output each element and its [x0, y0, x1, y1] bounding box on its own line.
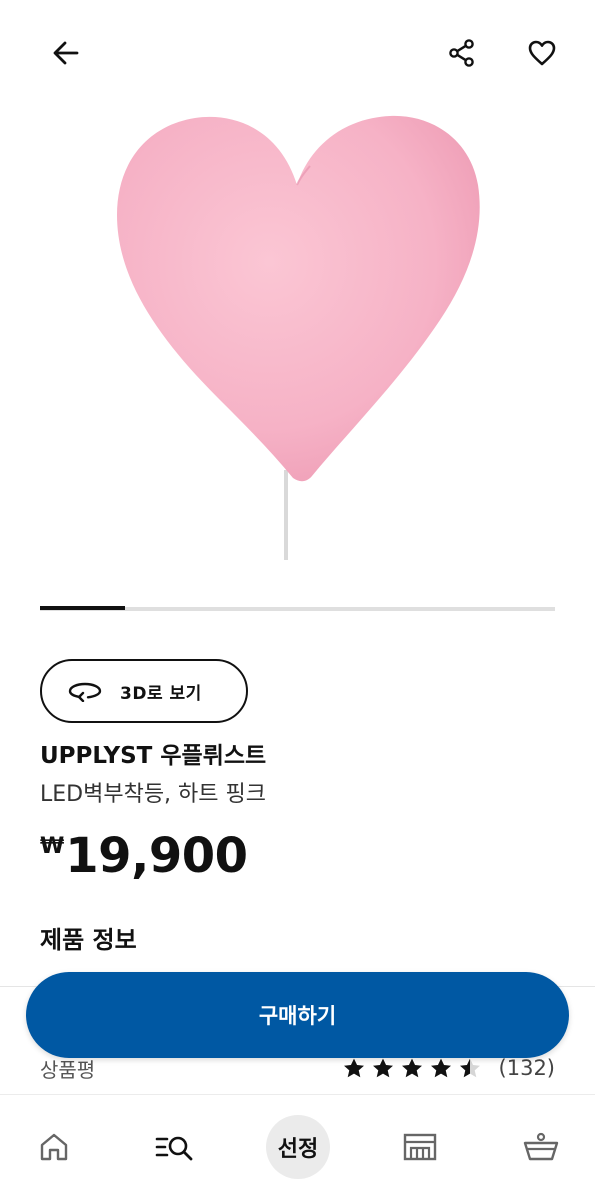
star-full-icon — [372, 1058, 393, 1078]
nav-store[interactable] — [390, 1117, 450, 1177]
buy-button[interactable]: 구매하기 — [26, 972, 569, 1058]
product-name: UPPLYST 우플뤼스트 — [40, 743, 267, 769]
heart-lamp-image — [117, 115, 480, 560]
top-bar — [0, 0, 595, 110]
nav-cart[interactable] — [511, 1117, 571, 1177]
nav-search[interactable] — [145, 1117, 205, 1177]
bottom-nav: 선정 — [0, 1094, 595, 1200]
price-currency: ₩ — [40, 834, 65, 859]
star-full-icon — [430, 1058, 451, 1078]
price-amount: 19,900 — [65, 828, 248, 884]
gallery-progress-fill — [40, 606, 126, 610]
store-icon — [403, 1133, 437, 1161]
nav-picks[interactable]: 선정 — [266, 1115, 330, 1179]
nav-home[interactable] — [24, 1117, 84, 1177]
heart-outline-icon — [528, 40, 556, 66]
favorite-button[interactable] — [514, 25, 570, 81]
rating-stars — [342, 1057, 487, 1079]
gallery-progress-track — [40, 606, 555, 611]
star-full-icon — [343, 1058, 364, 1078]
star-full-icon — [401, 1058, 422, 1078]
rating: (132) — [342, 1056, 555, 1080]
arrow-left-icon — [53, 41, 79, 65]
basket-icon — [523, 1132, 559, 1161]
search-list-icon — [155, 1136, 193, 1161]
view-3d-button[interactable]: 3D로 보기 — [40, 659, 248, 723]
back-button[interactable] — [38, 25, 94, 81]
review-count: (132) — [498, 1056, 555, 1080]
product-info-heading[interactable]: 제품 정보 — [40, 920, 137, 955]
home-icon — [40, 1133, 68, 1161]
product-image[interactable] — [100, 100, 495, 565]
product-price: ₩ 19,900 — [40, 828, 248, 884]
rotate-3d-icon — [68, 682, 102, 702]
view-3d-label: 3D로 보기 — [120, 683, 202, 704]
product-description: LED벽부착등, 하트 핑크 — [40, 782, 266, 807]
share-button[interactable] — [434, 25, 490, 81]
share-icon — [449, 39, 474, 67]
star-half-icon — [459, 1058, 480, 1078]
